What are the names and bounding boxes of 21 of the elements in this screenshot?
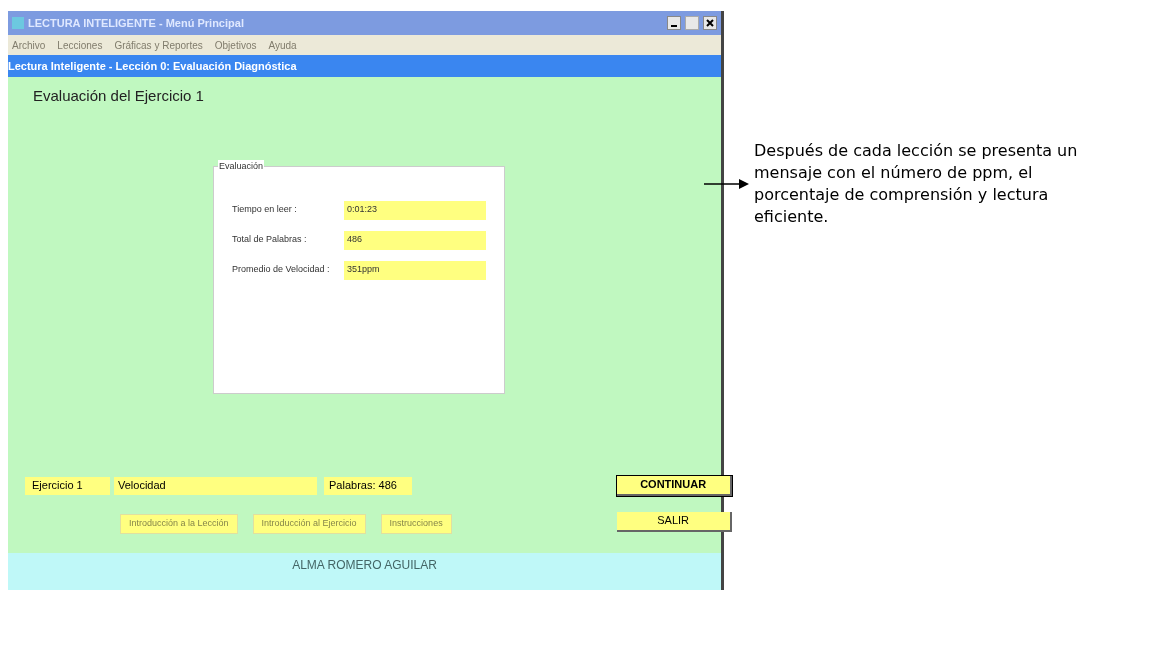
window-title: LECTURA INTELIGENTE - Menú Principal [28,15,244,31]
value-field: 486 [344,230,486,250]
field-label: Total de Palabras : [232,233,308,247]
pointer-arrow [704,178,749,190]
action-button[interactable]: CONTINUAR [616,475,732,496]
field-label: Tiempo en leer : [232,203,298,217]
value-field: 351ppm [344,260,486,280]
user-name-bar: ALMA ROMERO AGUILAR [8,553,721,590]
close-button[interactable] [703,16,717,30]
field-label: Promedio de Velocidad : [232,263,331,277]
action-button[interactable]: SALIR [616,511,732,532]
annotation-text: Después de cada lección se presenta un mensaje con el número de ppm, el porcentaje de comprensión y lectura eficiente. [754,140,1079,228]
header-bar: Lectura Inteligente - Lección 0: Evaluación Diagnóstica [8,55,721,77]
minimize-button[interactable] [667,16,681,30]
value-field: 0:01:23 [344,200,486,220]
app-icon [12,17,24,29]
exercise-label: Ejercicio 1 [25,476,110,495]
exercise-heading: Evaluación del Ejercicio 1 [33,86,205,106]
exercise-name-field: Velocidad [114,476,317,495]
close-icon [706,19,714,27]
word-count-field: Palabras: 486 [324,476,412,495]
